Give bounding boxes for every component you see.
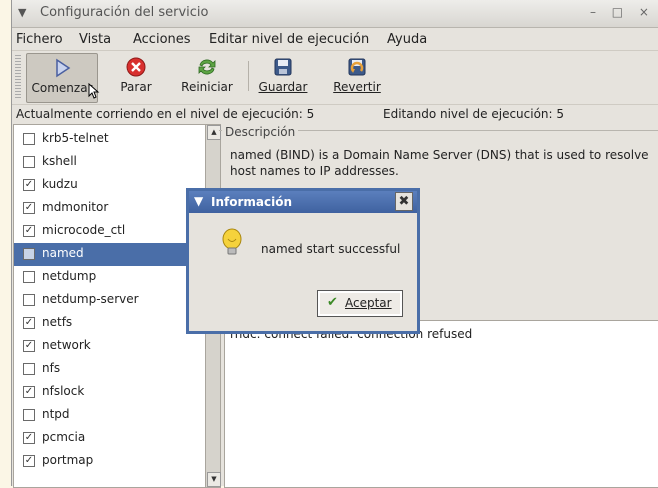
current-runlevel-text: Actualmente corriendo en el nivel de eje… <box>16 107 315 121</box>
service-checkbox[interactable]: ✓ <box>23 386 35 398</box>
service-checkbox[interactable]: ✓ <box>23 455 35 467</box>
service-checkbox[interactable]: ✓ <box>23 317 35 329</box>
revert-label: Revertir <box>333 80 381 94</box>
info-dialog: ▼ Información ✖ named start successful ✔… <box>188 190 418 332</box>
service-name: kshell <box>42 154 77 168</box>
service-name: ntpd <box>42 407 70 421</box>
dialog-menu-icon[interactable]: ▼ <box>194 194 203 208</box>
service-row[interactable]: krb5-telnet <box>14 128 194 151</box>
revert-icon <box>348 58 366 76</box>
service-row[interactable]: netdump <box>14 266 194 289</box>
floppy-disk-icon <box>274 58 292 76</box>
title-bar[interactable]: ▼ Configuración del servicio – □ × <box>12 0 658 28</box>
menu-vista[interactable]: Vista <box>79 32 111 47</box>
service-name: netfs <box>42 315 73 329</box>
service-checkbox[interactable]: ✓ <box>23 225 35 237</box>
menu-acciones[interactable]: Acciones <box>133 32 191 47</box>
play-icon <box>56 58 71 78</box>
service-checkbox[interactable] <box>23 363 35 375</box>
description-text: named (BIND) is a Domain Name Server (DN… <box>230 148 649 178</box>
service-checkbox[interactable] <box>23 133 35 145</box>
service-name: nfslock <box>42 384 85 398</box>
service-checkbox[interactable] <box>23 248 35 260</box>
service-checkbox[interactable]: ✓ <box>23 432 35 444</box>
stop-icon <box>126 57 146 77</box>
service-name: network <box>42 338 91 352</box>
checkmark-icon: ✔ <box>327 295 338 310</box>
service-checkbox[interactable]: ✓ <box>23 340 35 352</box>
service-row[interactable]: ✓ nfslock <box>14 381 194 404</box>
service-checkbox[interactable] <box>23 271 35 283</box>
menu-bar: Fichero Vista Acciones Editar nivel de e… <box>12 28 658 51</box>
service-row[interactable]: netdump-server <box>14 289 194 312</box>
restart-button[interactable]: Reiniciar <box>175 53 239 101</box>
service-row[interactable]: ✓ portmap <box>14 450 194 473</box>
menu-fichero[interactable]: Fichero <box>16 32 63 47</box>
service-row[interactable]: kshell <box>14 151 194 174</box>
output-panel <box>224 320 658 488</box>
dialog-title-bar[interactable]: ▼ Información ✖ <box>189 191 417 213</box>
stop-button[interactable]: Parar <box>108 53 164 101</box>
lightbulb-icon <box>222 228 242 255</box>
service-name: netdump-server <box>42 292 139 306</box>
save-button[interactable]: Guardar <box>255 53 311 101</box>
stop-label: Parar <box>120 80 152 94</box>
save-label: Guardar <box>258 80 308 94</box>
service-row[interactable]: named <box>14 243 194 266</box>
service-row[interactable]: ✓ network <box>14 335 194 358</box>
service-name: mdmonitor <box>42 200 109 214</box>
service-row[interactable]: ✓ kudzu <box>14 174 194 197</box>
service-checkbox[interactable] <box>23 294 35 306</box>
service-checkbox[interactable] <box>23 409 35 421</box>
service-row[interactable]: ✓ pcmcia <box>14 427 194 450</box>
scroll-down-arrow[interactable]: ▼ <box>207 472 221 487</box>
editing-runlevel-text: Editando nivel de ejecución: 5 <box>383 107 565 121</box>
service-name: named <box>42 246 84 260</box>
window-title: Configuración del servicio <box>40 5 209 20</box>
service-name: nfs <box>42 361 61 375</box>
service-name: kudzu <box>42 177 78 191</box>
service-checkbox[interactable]: ✓ <box>23 202 35 214</box>
service-row[interactable]: ✓ microcode_ctl <box>14 220 194 243</box>
service-row[interactable]: nfs <box>14 358 194 381</box>
service-checkbox[interactable]: ✓ <box>23 179 35 191</box>
restart-label: Reiniciar <box>181 80 233 94</box>
service-name: microcode_ctl <box>42 223 126 237</box>
accept-label: Aceptar <box>345 296 392 310</box>
toolbar-separator <box>248 61 249 91</box>
mouse-cursor-icon <box>88 83 100 99</box>
service-name: netdump <box>42 269 97 283</box>
dialog-close-icon[interactable]: ✖ <box>395 192 413 211</box>
service-name: krb5-telnet <box>42 131 109 145</box>
service-row[interactable]: ntpd <box>14 404 194 427</box>
toolbar-grip[interactable] <box>15 55 21 99</box>
service-checkbox[interactable] <box>23 156 35 168</box>
toolbar: Comenzar Parar Reiniciar Guardar Reverti… <box>12 51 658 105</box>
status-bar: Actualmente corriendo en el nivel de eje… <box>12 105 658 123</box>
service-row[interactable]: ✓ mdmonitor <box>14 197 194 220</box>
dialog-title: Información <box>211 195 293 209</box>
revert-button[interactable]: Revertir <box>325 53 389 101</box>
service-list: krb5-telnet kshell ✓ kudzu ✓ mdmonitor ✓ microc… <box>13 124 207 488</box>
service-name: pcmcia <box>42 430 86 444</box>
description-label: Descripción <box>222 125 299 139</box>
window-controls[interactable]: – □ × <box>590 5 655 19</box>
menu-ayuda[interactable]: Ayuda <box>387 32 427 47</box>
window-menu-icon[interactable]: ▼ <box>18 6 26 19</box>
dialog-message: named start successful <box>261 242 401 256</box>
service-name: portmap <box>42 453 94 467</box>
accept-button[interactable]: ✔ Aceptar <box>317 290 403 317</box>
restart-icon <box>198 59 216 75</box>
service-row[interactable]: ✓ netfs <box>14 312 194 335</box>
menu-editar-nivel[interactable]: Editar nivel de ejecución <box>209 32 369 47</box>
start-label: Comenzar <box>31 81 93 95</box>
